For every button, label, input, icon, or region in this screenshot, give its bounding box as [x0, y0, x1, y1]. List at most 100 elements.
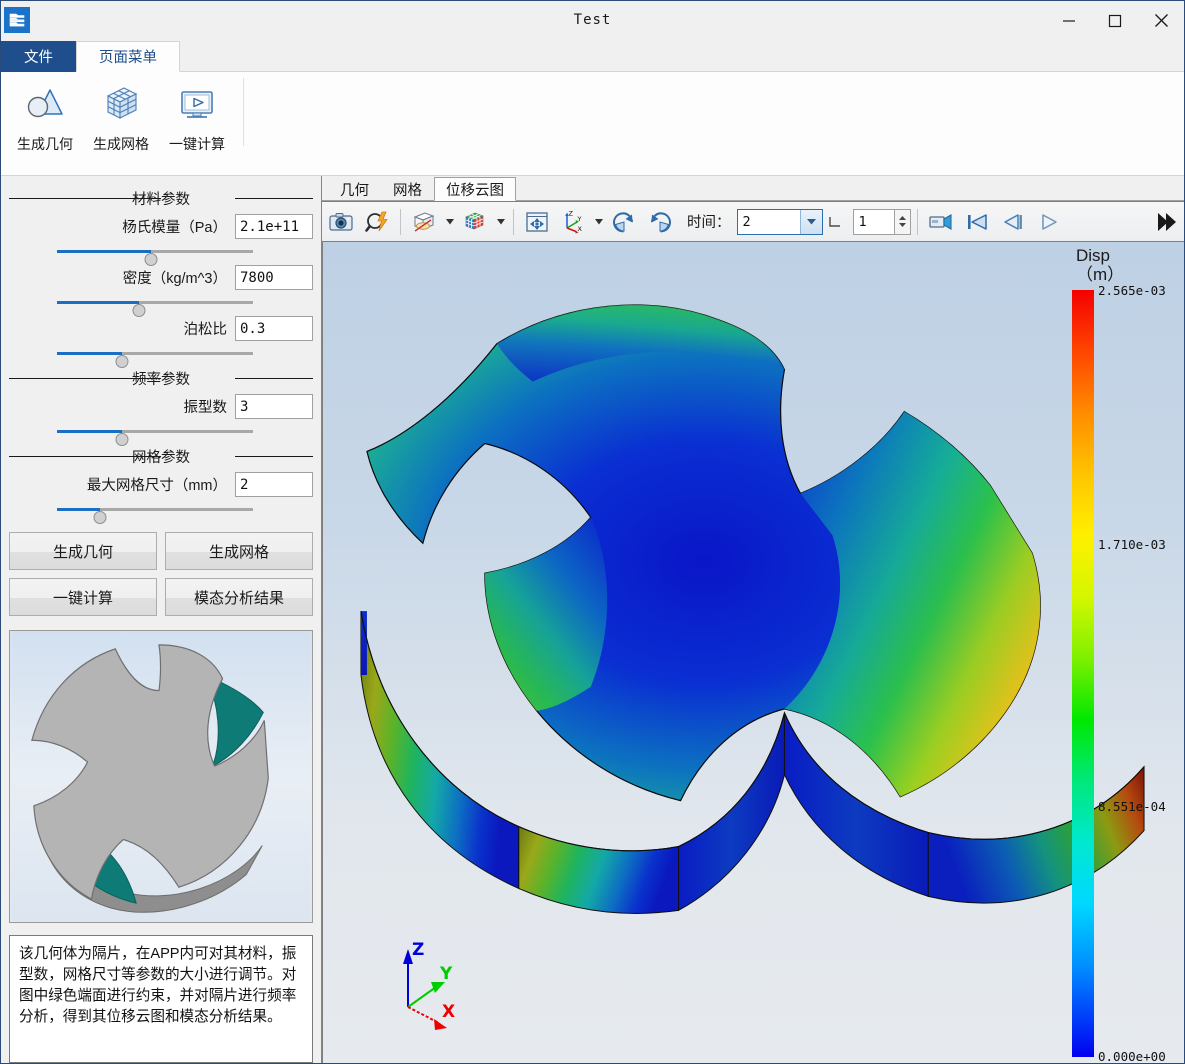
density-input[interactable] [235, 265, 313, 290]
spinner-up-icon [898, 216, 906, 220]
chevron-down-icon-colormap[interactable] [494, 218, 507, 225]
slider-fill [57, 352, 122, 355]
group-mesh-parameters: 网格参数 最大网格尺寸（mm） [9, 446, 313, 524]
max-mesh-size-input[interactable] [235, 472, 313, 497]
mode-count-input[interactable] [235, 394, 313, 419]
modal-analysis-result-button[interactable]: 模态分析结果 [165, 578, 313, 616]
param-row-poisson-ratio: 泊松比 [9, 316, 313, 341]
rotate-clockwise-icon[interactable] [607, 205, 641, 238]
slider-track [57, 508, 253, 524]
param-label: 最大网格尺寸（mm） [86, 478, 227, 494]
color-cube-icon[interactable] [458, 205, 492, 238]
step-back-icon[interactable] [996, 205, 1030, 238]
viewport-tab-bar: 几何 网格 位移云图 [322, 176, 1184, 201]
ribbon-body: 生成几何 生成网格 一键计算 [1, 72, 1184, 176]
loop-toggle-icon[interactable] [825, 205, 845, 238]
youngs-modulus-input[interactable] [235, 214, 313, 239]
poisson-ratio-input[interactable] [235, 316, 313, 341]
svg-text:Z: Z [569, 210, 574, 218]
slider-handle[interactable] [115, 355, 129, 368]
ribbon-tab-file[interactable]: 文件 [1, 41, 76, 72]
tab-mesh[interactable]: 网格 [381, 177, 434, 201]
video-camera-icon[interactable] [924, 205, 958, 238]
minimize-button[interactable] [1046, 1, 1092, 40]
tab-displacement-contour[interactable]: 位移云图 [434, 177, 516, 201]
toolbar-separator [513, 208, 514, 235]
max-mesh-size-slider[interactable] [9, 500, 313, 524]
ribbon-button-label: 生成几何 [17, 136, 73, 152]
close-button[interactable] [1138, 1, 1184, 40]
param-row-mode-count: 振型数 [9, 394, 313, 419]
param-label: 杨氏模量（Pa） [122, 220, 227, 236]
application-window: Test 文件 页面菜单 生成几何 生成网格 一键计算 材料参数 杨氏模量（Pa… [0, 0, 1185, 1064]
ribbon-tab-page-menu[interactable]: 页面菜单 [76, 41, 180, 72]
viewport-panel: 几何 网格 位移云图 Z Y X 时间： 2 1 Z Y X Disp （m） … [322, 176, 1184, 1063]
window-title: Test [573, 12, 612, 28]
window-controls [1046, 1, 1184, 39]
slider-fill [57, 430, 122, 433]
geometry-preview [9, 630, 313, 923]
axes-triad-icon[interactable]: Z Y X [556, 205, 590, 238]
rotate-counterclockwise-icon[interactable] [643, 205, 677, 238]
geometry-shapes-icon [24, 82, 66, 126]
time-combobox[interactable]: 2 [736, 208, 823, 235]
ribbon-button-generate-mesh[interactable]: 生成网格 [83, 74, 159, 154]
youngs-modulus-slider[interactable] [9, 242, 313, 266]
ribbon-group-main: 生成几何 生成网格 一键计算 [7, 74, 252, 154]
monitor-play-icon [176, 82, 218, 126]
app-icon [4, 7, 30, 33]
slider-handle[interactable] [144, 253, 158, 266]
viewport-3d[interactable]: Z Y X Disp （m） 2.565e-03 1.710e-03 8.551… [322, 242, 1184, 1063]
svg-text:Y: Y [577, 215, 582, 223]
frame-value[interactable]: 1 [852, 208, 895, 235]
mode-count-slider[interactable] [9, 422, 313, 446]
ribbon-button-one-click-compute[interactable]: 一键计算 [159, 74, 235, 154]
toolbar-separator [916, 208, 918, 235]
chevron-down-icon-axes[interactable] [592, 218, 605, 225]
generate-geometry-button[interactable]: 生成几何 [9, 532, 157, 570]
param-label: 振型数 [183, 400, 228, 416]
magnifier-lightning-icon[interactable] [360, 205, 394, 238]
main-area: 材料参数 杨氏模量（Pa） 密度（kg/m^3） [1, 176, 1184, 1063]
group-frequency-parameters: 频率参数 振型数 [9, 368, 313, 446]
density-slider[interactable] [9, 293, 313, 317]
param-row-youngs-modulus: 杨氏模量（Pa） [9, 214, 313, 239]
clip-plane-icon[interactable] [407, 205, 441, 238]
parameter-panel: 材料参数 杨氏模量（Pa） 密度（kg/m^3） [1, 176, 322, 1063]
axis-triad: Z Y X [383, 935, 493, 1045]
toolbar-separator [400, 208, 401, 235]
param-row-density: 密度（kg/m^3） [9, 265, 313, 290]
ribbon-button-label: 一键计算 [169, 136, 225, 152]
axis-label-x: X [442, 1002, 455, 1022]
slider-track [57, 430, 253, 446]
ribbon-button-generate-geometry[interactable]: 生成几何 [7, 74, 83, 154]
play-icon[interactable] [1032, 205, 1066, 238]
expand-icon[interactable] [1148, 205, 1182, 238]
frame-spinner[interactable]: 1 [852, 208, 911, 235]
one-click-compute-button[interactable]: 一键计算 [9, 578, 157, 616]
group-material-parameters: 材料参数 杨氏模量（Pa） 密度（kg/m^3） [9, 188, 313, 368]
generate-mesh-button[interactable]: 生成网格 [165, 532, 313, 570]
tab-geometry[interactable]: 几何 [328, 177, 381, 201]
slider-handle[interactable] [93, 511, 107, 524]
param-label: 泊松比 [183, 322, 228, 338]
slider-fill [57, 301, 140, 304]
poisson-ratio-slider[interactable] [9, 344, 313, 368]
slider-handle[interactable] [132, 304, 146, 317]
maximize-button[interactable] [1092, 1, 1138, 40]
skip-to-start-icon[interactable] [960, 205, 994, 238]
chevron-down-icon-clip[interactable] [443, 218, 456, 225]
fit-to-screen-icon[interactable] [520, 205, 554, 238]
slider-track [57, 301, 253, 317]
spinner-buttons[interactable] [894, 208, 911, 235]
chevron-down-icon-time[interactable] [799, 209, 822, 234]
group-title: 网格参数 [132, 450, 190, 466]
spinner-down-icon [898, 223, 906, 227]
param-row-max-mesh-size: 最大网格尺寸（mm） [9, 472, 313, 497]
slider-track [57, 250, 253, 266]
slider-handle[interactable] [115, 433, 129, 446]
camera-icon[interactable] [324, 205, 358, 238]
svg-text:X: X [578, 225, 583, 233]
ribbon-tab-bar: 文件 页面菜单 [1, 40, 1184, 72]
mesh-cube-icon [100, 82, 142, 126]
